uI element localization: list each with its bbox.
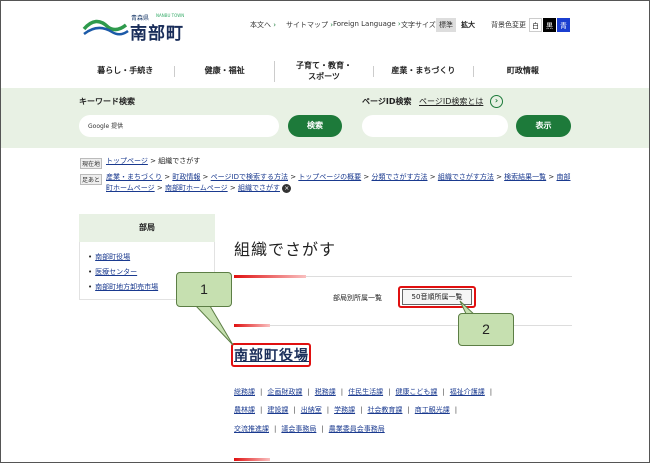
callout-1: 1	[176, 272, 232, 307]
callout-pointers	[194, 300, 480, 346]
callout-2: 2	[458, 313, 514, 346]
callout-1-pointer	[194, 305, 234, 346]
